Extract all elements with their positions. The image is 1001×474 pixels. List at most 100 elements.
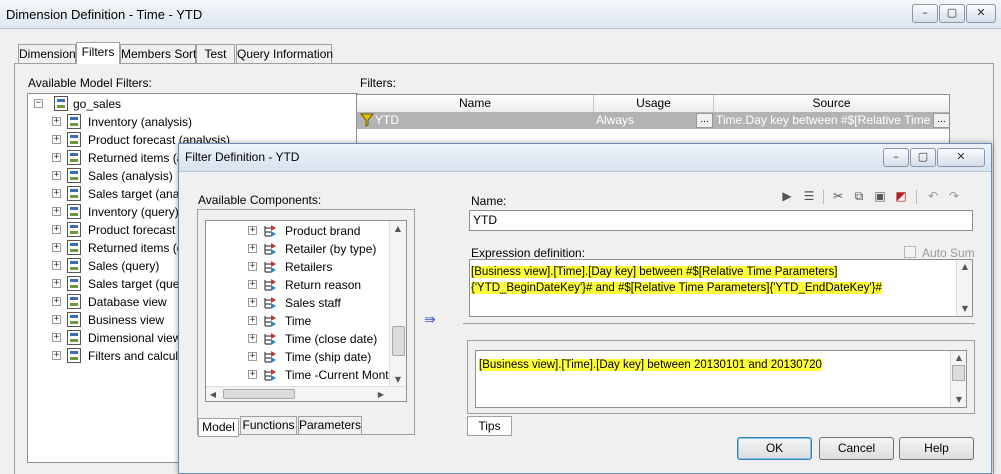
- expr-scroll-down-icon[interactable]: ▼: [961, 304, 969, 313]
- undo-icon[interactable]: ↶: [925, 188, 941, 204]
- cancel-button[interactable]: Cancel: [819, 437, 894, 460]
- expression-scrollbar[interactable]: ▲ ▼: [956, 260, 972, 316]
- expand-icon[interactable]: +: [52, 261, 61, 270]
- tree-item-label: Business view: [88, 313, 165, 327]
- component-item[interactable]: + Time (ship date): [248, 348, 388, 366]
- scroll-left-icon[interactable]: ◀: [209, 390, 217, 399]
- dimension-icon: [263, 332, 277, 346]
- paste-icon[interactable]: ▣: [872, 188, 888, 204]
- expand-icon[interactable]: +: [248, 370, 257, 379]
- expand-icon[interactable]: +: [52, 279, 61, 288]
- component-item[interactable]: + Time: [248, 312, 388, 330]
- expand-icon[interactable]: +: [52, 207, 61, 216]
- expand-icon[interactable]: +: [248, 298, 257, 307]
- usage-ellipsis-button[interactable]: ...: [696, 113, 713, 128]
- minimize-button[interactable]: –: [912, 4, 938, 23]
- source-ellipsis-button[interactable]: ...: [933, 113, 949, 128]
- tab-functions[interactable]: Functions: [240, 416, 297, 435]
- close-button[interactable]: ✕: [966, 4, 996, 23]
- component-label: Time: [285, 314, 312, 328]
- tips-scroll-thumb[interactable]: [952, 365, 965, 381]
- expand-icon[interactable]: +: [248, 262, 257, 271]
- expand-icon[interactable]: +: [248, 280, 257, 289]
- namespace-icon: [67, 276, 81, 291]
- expand-icon[interactable]: +: [248, 316, 257, 325]
- insert-arrow-icon[interactable]: ⇛: [424, 312, 436, 328]
- collapse-icon[interactable]: −: [34, 99, 43, 108]
- expand-icon[interactable]: +: [52, 189, 61, 198]
- redo-icon[interactable]: ↷: [946, 188, 962, 204]
- scroll-down-icon[interactable]: ▼: [394, 375, 402, 384]
- help-button[interactable]: Help: [899, 437, 974, 460]
- auto-sum-checkbox[interactable]: [904, 246, 916, 258]
- expand-icon[interactable]: +: [248, 226, 257, 235]
- tips-scroll-up-icon[interactable]: ▲: [955, 353, 963, 362]
- tab-dimension[interactable]: Dimension: [18, 44, 76, 64]
- tab-filters[interactable]: Filters: [76, 42, 120, 64]
- filter-row-ytd[interactable]: YTD Always ... Time.Day key between #$[R…: [357, 112, 949, 129]
- expand-icon[interactable]: +: [52, 297, 61, 306]
- tips-scrollbar[interactable]: ▲ ▼: [950, 351, 966, 407]
- component-item[interactable]: + Time (close date): [248, 330, 388, 348]
- dialog-close-button[interactable]: ✕: [937, 148, 985, 167]
- column-header-usage[interactable]: Usage: [594, 95, 714, 112]
- delete-icon[interactable]: ◩: [893, 188, 909, 204]
- tab-test[interactable]: Test: [196, 44, 235, 64]
- scroll-up-icon[interactable]: ▲: [394, 224, 402, 233]
- dialog-minimize-button[interactable]: –: [883, 148, 909, 167]
- maximize-button[interactable]: ▢: [939, 4, 965, 23]
- expand-icon[interactable]: +: [52, 153, 61, 162]
- component-item[interactable]: + Retailers: [248, 258, 388, 276]
- component-item[interactable]: + Time -Current Month: [248, 366, 395, 384]
- expand-icon[interactable]: +: [52, 333, 61, 342]
- dimension-icon: [263, 260, 277, 274]
- play-icon[interactable]: ▶: [779, 188, 795, 204]
- tab-model[interactable]: Model: [198, 418, 239, 437]
- tab-parameters[interactable]: Parameters: [298, 416, 362, 435]
- h-scroll-thumb[interactable]: [223, 389, 295, 399]
- components-horizontal-scrollbar[interactable]: ◀ ▶: [206, 386, 406, 401]
- tips-scroll-down-icon[interactable]: ▼: [955, 395, 963, 404]
- expression-editor[interactable]: [Business view].[Time].[Day key] between…: [469, 259, 973, 317]
- tree-item[interactable]: + Inventory (analysis): [52, 113, 352, 131]
- component-item[interactable]: + Return reason: [248, 276, 388, 294]
- tree-root[interactable]: − go_sales: [34, 95, 334, 113]
- tree-item-label: Inventory (analysis): [88, 115, 193, 129]
- component-item[interactable]: + Retailer (by type): [248, 240, 388, 258]
- expand-icon[interactable]: +: [52, 225, 61, 234]
- cut-icon[interactable]: ✂: [830, 188, 846, 204]
- tab-members-sort[interactable]: Members Sort: [120, 44, 196, 64]
- component-item[interactable]: + Sales staff: [248, 294, 388, 312]
- expand-icon[interactable]: +: [248, 334, 257, 343]
- expand-icon[interactable]: +: [248, 244, 257, 253]
- column-header-source[interactable]: Source: [714, 95, 949, 112]
- expand-icon[interactable]: +: [248, 352, 257, 361]
- column-header-name[interactable]: Name: [357, 95, 594, 112]
- namespace-icon: [67, 168, 81, 183]
- expand-icon[interactable]: +: [52, 171, 61, 180]
- copy-icon[interactable]: ⧉: [851, 188, 867, 204]
- namespace-icon: [67, 312, 81, 327]
- tab-query-information[interactable]: Query Information: [236, 44, 333, 64]
- tab-tips[interactable]: Tips: [467, 416, 512, 436]
- expand-icon[interactable]: +: [52, 243, 61, 252]
- ok-button[interactable]: OK: [737, 437, 812, 460]
- dimension-icon: [263, 242, 277, 256]
- component-label: Sales staff: [285, 296, 341, 310]
- scroll-right-icon[interactable]: ▶: [377, 390, 385, 399]
- name-input[interactable]: YTD: [469, 210, 973, 231]
- components-vertical-scrollbar[interactable]: ▲ ▼: [389, 221, 406, 386]
- expand-icon[interactable]: +: [52, 117, 61, 126]
- available-components-label: Available Components:: [198, 193, 322, 207]
- list-properties-icon[interactable]: ☰: [801, 188, 817, 204]
- splitter[interactable]: [463, 323, 975, 324]
- component-label: Return reason: [285, 278, 362, 292]
- expand-icon[interactable]: +: [52, 315, 61, 324]
- component-item[interactable]: + Product brand: [248, 222, 388, 240]
- expand-icon[interactable]: +: [52, 135, 61, 144]
- components-tree[interactable]: + Product brand + Retailer (by type) + Retail…: [205, 220, 407, 402]
- dialog-maximize-button[interactable]: ▢: [910, 148, 936, 167]
- scroll-thumb[interactable]: [392, 326, 405, 356]
- expand-icon[interactable]: +: [52, 351, 61, 360]
- expr-scroll-up-icon[interactable]: ▲: [961, 262, 969, 271]
